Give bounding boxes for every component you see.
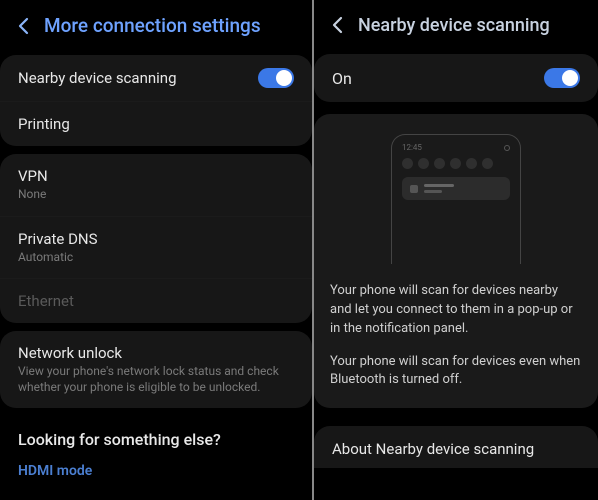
row-label: VPN: [18, 167, 48, 185]
row-sub: View your phone's network lock status an…: [18, 364, 294, 395]
section-network: VPN None Private DNS Automatic Ethernet: [0, 154, 312, 323]
row-label: Network unlock: [18, 344, 294, 362]
page-title: More connection settings: [44, 14, 261, 37]
desc-paragraph: Your phone will scan for devices even wh…: [330, 353, 582, 391]
section-nearby-printing: Nearby device scanning Printing: [0, 55, 312, 146]
header: Nearby device scanning: [314, 0, 598, 50]
toggle-nearby-scanning[interactable]: [258, 68, 294, 88]
row-nearby-device-scanning[interactable]: Nearby device scanning: [0, 55, 312, 101]
row-ethernet: Ethernet: [0, 278, 312, 323]
row-vpn[interactable]: VPN None: [0, 154, 312, 216]
back-icon[interactable]: [12, 15, 34, 37]
mock-notification: [402, 177, 510, 200]
mock-quick-toggles: [402, 158, 510, 169]
header: More connection settings: [0, 0, 312, 51]
mock-time: 12:45: [402, 143, 422, 152]
illustration-card: 12:45 Your phone will scan for devices n…: [314, 114, 598, 408]
row-about-nearby-scanning[interactable]: About Nearby device scanning: [314, 426, 598, 468]
more-connection-settings-screen: More connection settings Nearby device s…: [0, 0, 312, 500]
nearby-device-scanning-screen: Nearby device scanning On 12:45: [314, 0, 598, 500]
row-printing[interactable]: Printing: [0, 101, 312, 146]
row-network-unlock[interactable]: Network unlock View your phone's network…: [0, 331, 312, 408]
gear-icon: [504, 145, 510, 151]
page-title: Nearby device scanning: [358, 15, 550, 36]
on-label: On: [332, 69, 352, 88]
looking-heading: Looking for something else?: [0, 412, 312, 453]
row-label: Nearby device scanning: [18, 69, 177, 87]
row-label: Ethernet: [18, 292, 74, 310]
section-network-unlock: Network unlock View your phone's network…: [0, 331, 312, 408]
toggle-on[interactable]: [544, 68, 580, 88]
row-label: Private DNS: [18, 230, 98, 248]
hdmi-mode-link[interactable]: HDMI mode: [0, 453, 312, 493]
phone-mock-icon: 12:45: [391, 134, 521, 264]
row-sub: Automatic: [18, 250, 98, 266]
row-private-dns[interactable]: Private DNS Automatic: [0, 216, 312, 279]
row-label: Printing: [18, 115, 70, 133]
back-icon[interactable]: [326, 14, 348, 36]
description-text: Your phone will scan for devices nearby …: [330, 282, 582, 390]
row-on-toggle[interactable]: On: [314, 54, 598, 102]
row-sub: None: [18, 187, 48, 203]
desc-paragraph: Your phone will scan for devices nearby …: [330, 282, 582, 339]
